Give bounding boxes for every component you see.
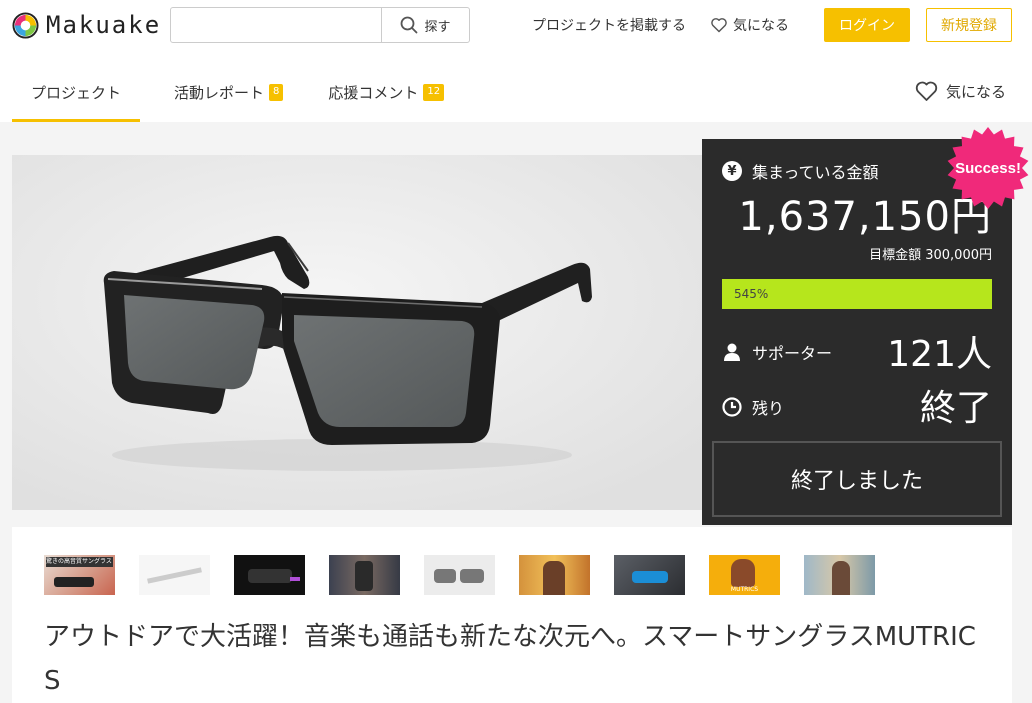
heart-icon [915,81,938,101]
count-badge: 8 [269,83,284,101]
post-project-label: プロジェクトを掲載する [532,18,686,34]
tab-support-comments[interactable]: 応援コメント 12 [302,62,463,122]
tab-project[interactable]: プロジェクト [12,62,141,122]
thumbnail-caption: MUTRICS [730,586,759,593]
makuake-logo[interactable]: Makuake [12,10,161,40]
favorites-label: 気になる [733,18,789,34]
thumbnail[interactable] [519,555,590,595]
remaining-label: 残り [752,399,785,418]
project-ended-button[interactable]: 終了しました [712,441,1002,517]
goal-amount: 目標金額 300,000円 [869,248,992,263]
progress-percent: 545% [734,287,769,301]
success-badge: Success! [947,127,1029,209]
search-box: 探す [170,7,470,43]
supporters-row: サポーター [722,340,832,364]
tab-label: 応援コメント [328,83,419,102]
thumbnail[interactable] [804,555,875,595]
thumbnail[interactable] [329,555,400,595]
collected-label: 集まっている金額 [752,163,879,182]
favorites-link[interactable]: 気になる [710,15,789,35]
remaining-value: 終了 [919,388,992,429]
thumbnail[interactable] [139,555,210,595]
heart-icon [711,18,727,33]
favorite-label: 気になる [946,82,1007,101]
sunglasses-image [12,155,702,510]
tab-label: プロジェクト [31,83,122,102]
thumbnail-strip: 驚きの高音質サングラス MUTRICS [44,555,875,595]
post-project-link[interactable]: プロジェクトを掲載する [532,15,686,35]
thumbnail[interactable] [424,555,495,595]
search-input[interactable] [171,8,381,42]
search-button[interactable]: 探す [381,8,469,42]
thumbnail-caption: 驚きの高音質サングラス [46,557,113,567]
remaining-row: 残り [722,395,784,419]
project-tabs: プロジェクト 活動レポート 8 応援コメント 12 [12,62,463,122]
project-info: 驚きの高音質サングラス MUTRICS アウトドアで大活躍！音楽も通話も新たな次… [12,527,1012,703]
thumbnail[interactable] [234,555,305,595]
supporters-label: サポーター [752,344,833,363]
tab-activity-report[interactable]: 活動レポート 8 [140,62,302,122]
clock-icon [722,397,742,417]
logo-text: Makuake [46,11,162,39]
funding-progress-bar: 545% [722,279,992,309]
progress-fill: 545% [722,279,992,309]
thumbnail[interactable] [614,555,685,595]
search-button-label: 探す [424,19,451,35]
favorite-button[interactable]: 気になる [914,80,1006,102]
supporters-count: 121人 [887,334,992,375]
tab-label: 活動レポート [174,83,265,102]
thumbnail[interactable]: MUTRICS [709,555,780,595]
thumbnail[interactable]: 驚きの高音質サングラス [44,555,115,595]
project-main-image[interactable] [12,155,702,510]
person-icon [724,343,740,361]
project-title: アウトドアで大活躍！音楽も通話も新たな次元へ。スマートサングラスMUTRICS [44,622,976,696]
count-badge: 12 [423,83,445,101]
makuake-logo-icon [12,11,39,39]
search-icon [401,16,418,34]
collected-row: ¥ 集まっている金額 [722,159,879,183]
site-header: Makuake 探す プロジェクトを掲載する 気になる ログイン 新規登録 プロ… [0,0,1032,122]
success-badge-text: Success! [955,160,1021,177]
register-button[interactable]: 新規登録 [926,8,1012,42]
login-button[interactable]: ログイン [824,8,910,42]
yen-icon: ¥ [722,161,742,181]
